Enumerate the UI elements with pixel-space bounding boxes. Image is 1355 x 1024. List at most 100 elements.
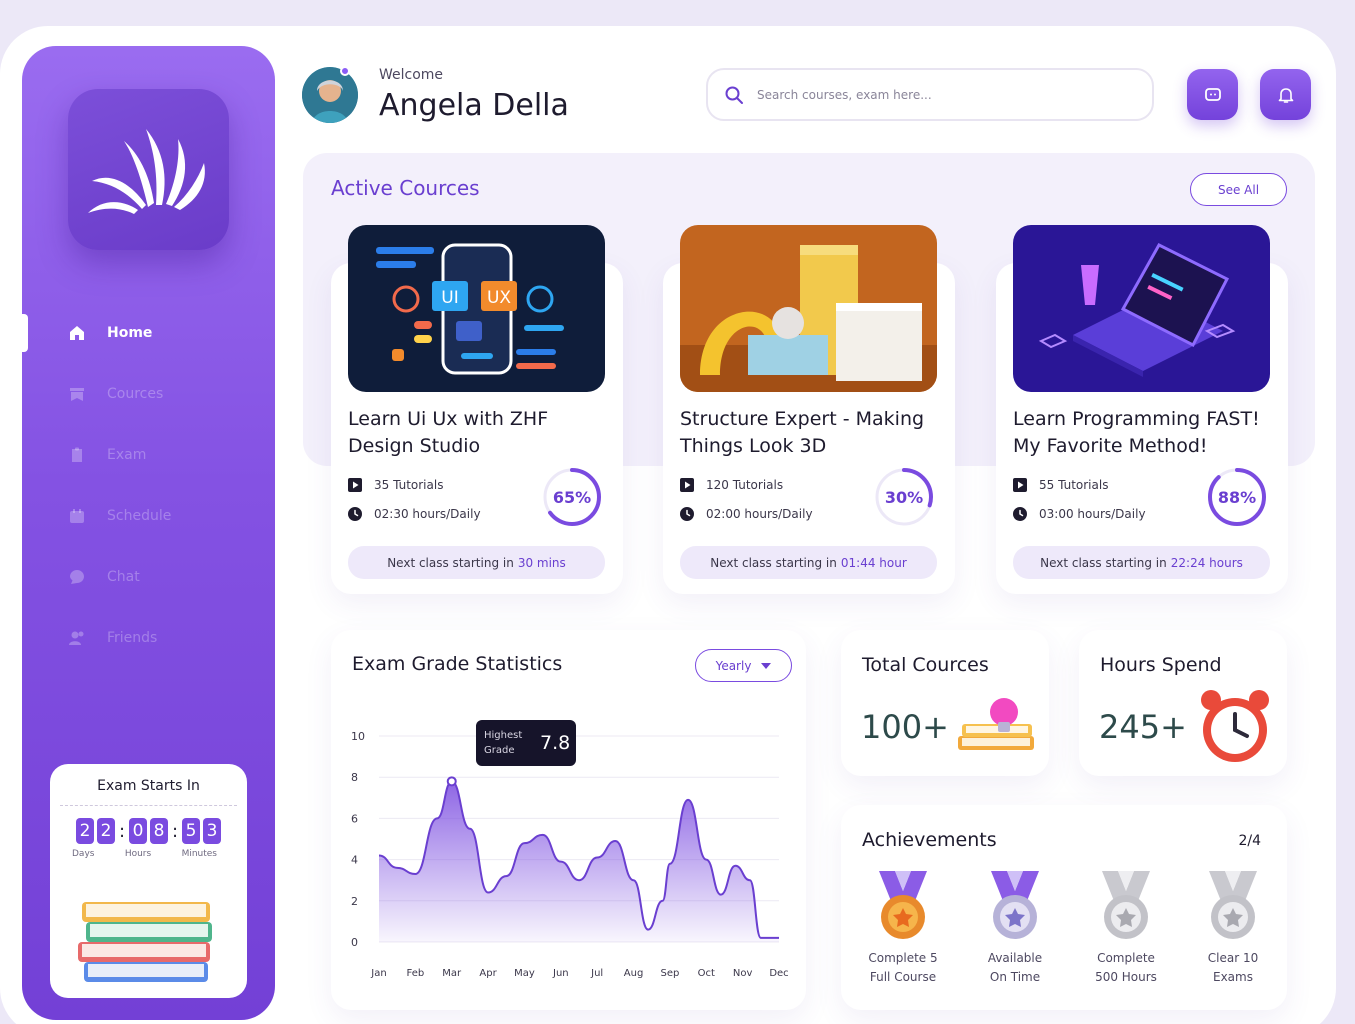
chart-x-tick-label: Jan: [370, 968, 386, 979]
course-card[interactable]: UI UX Learn Ui Ux with ZHF Design Studio…: [331, 225, 623, 594]
sidebar-item-chat[interactable]: Chat: [22, 546, 275, 607]
clock-icon: [348, 507, 362, 521]
achievement-label: Complete 5 Full Course: [858, 949, 948, 987]
hours-daily: 02:00 hours/Daily: [706, 507, 813, 521]
course-hours: 02:00 hours/Daily: [680, 507, 813, 521]
achievement-item[interactable]: Complete 500 Hours: [1081, 871, 1171, 987]
achievement-item[interactable]: Available On Time: [970, 871, 1060, 987]
progress-label: 88%: [1217, 487, 1257, 507]
countdown-digit: 3: [203, 818, 221, 844]
next-class-prefix: Next class starting in: [710, 555, 837, 570]
achievements-title: Achievements: [862, 829, 997, 851]
friends-icon: [68, 629, 86, 647]
next-class-banner: Next class starting in 22:24 hours: [1013, 546, 1270, 579]
caret-down-icon: [761, 662, 772, 669]
alarm-clock-icon: [1201, 690, 1269, 762]
course-card[interactable]: Learn Programming FAST! My Favorite Meth…: [996, 225, 1288, 594]
see-all-button[interactable]: See All: [1190, 173, 1287, 206]
play-icon: [1013, 478, 1027, 492]
messages-button[interactable]: [1187, 69, 1238, 120]
chart-x-tick-label: Dec: [769, 968, 788, 979]
svg-text:UX: UX: [487, 288, 511, 308]
countdown-digit: 2: [97, 818, 115, 844]
achievement-line2: Exams: [1213, 970, 1253, 984]
tutorials-count: 35 Tutorials: [374, 478, 444, 492]
countdown-digit: 5: [182, 818, 200, 844]
hours-daily: 02:30 hours/Daily: [374, 507, 481, 521]
next-class-banner: Next class starting in 01:44 hour: [680, 546, 937, 579]
hours-daily: 03:00 hours/Daily: [1039, 507, 1146, 521]
app-logo[interactable]: [68, 89, 229, 250]
books-illustration: [78, 902, 212, 982]
countdown-separator: :: [171, 820, 179, 842]
search-bar[interactable]: Search courses, exam here...: [706, 68, 1154, 121]
course-thumbnail: UI UX: [348, 225, 605, 392]
countdown-label-days: Days: [72, 849, 95, 859]
clock-icon: [680, 507, 694, 521]
sidebar-item-exam[interactable]: Exam: [22, 424, 275, 485]
chart-y-tick-label: 4: [351, 854, 358, 867]
chart-x-tick-label: Oct: [698, 968, 715, 979]
search-input[interactable]: Search courses, exam here...: [757, 88, 932, 102]
achievement-label: Available On Time: [970, 949, 1060, 987]
chart-x-tick-label: Sep: [660, 968, 679, 979]
sidebar-item-friends[interactable]: Friends: [22, 607, 275, 668]
achievement-line1: Clear 10: [1207, 951, 1259, 965]
silver-purple-medal-icon: [991, 871, 1039, 939]
achievement-line2: 500 Hours: [1095, 970, 1157, 984]
chart-x-tick-label: Feb: [407, 968, 425, 979]
achievements-count: 2/4: [1238, 833, 1261, 849]
clock-icon: [1013, 507, 1027, 521]
next-class-prefix: Next class starting in: [387, 555, 514, 570]
divider: [60, 805, 237, 806]
chart-x-tick-label: Apr: [479, 968, 497, 979]
course-card[interactable]: Structure Expert - Making Things Look 3D…: [663, 225, 955, 594]
course-title: Learn Programming FAST! My Favorite Meth…: [1013, 408, 1260, 457]
achievement-line2: Full Course: [869, 970, 937, 984]
achievement-label: Clear 10 Exams: [1188, 949, 1278, 987]
chart-x-tick-label: Jun: [552, 968, 569, 979]
countdown-label-minutes: Minutes: [181, 849, 217, 859]
achievement-item[interactable]: Clear 10 Exams: [1188, 871, 1278, 987]
period-dropdown[interactable]: Yearly: [695, 649, 792, 682]
chat-icon: [68, 568, 86, 586]
exam-stats-card: 0 2 4 6 8 10 Jan Feb Mar Apr May Jun Jul Aug Sep Oct No…: [331, 630, 806, 1010]
achievement-label: Complete 500 Hours: [1081, 949, 1171, 987]
course-title: Learn Ui Ux with ZHF Design Studio: [348, 408, 549, 457]
sidebar-item-courses[interactable]: Cources: [22, 363, 275, 424]
chart-y-tick-label: 0: [351, 936, 358, 949]
chart-peak-point[interactable]: [446, 776, 457, 787]
locked-medal-icon: [1102, 871, 1150, 939]
courses-icon: [68, 385, 86, 403]
exam-countdown-card: Exam Starts In 2 2 : 0 8 : 5 3 Days Hour…: [50, 764, 247, 998]
avatar[interactable]: [302, 67, 358, 123]
chart-x-tick-label: Jul: [590, 968, 603, 979]
countdown-separator: :: [118, 820, 126, 842]
gold-medal-icon: [879, 871, 927, 939]
avatar-photo: [302, 67, 358, 123]
course-tutorials: 55 Tutorials: [1013, 478, 1108, 492]
achievement-line1: Complete 5: [868, 951, 938, 965]
next-class-time: 22:24 hours: [1170, 555, 1243, 570]
exam-stats-title: Exam Grade Statistics: [352, 653, 563, 675]
hours-spend-card: Hours Spend 245+: [1079, 630, 1287, 776]
exam-countdown-title: Exam Starts In: [97, 778, 200, 794]
course-tutorials: 35 Tutorials: [348, 478, 443, 492]
bell-icon: [1278, 87, 1293, 103]
leaf-logo-icon: [88, 129, 205, 214]
achievement-line1: Available: [987, 951, 1043, 965]
progress-label: 65%: [552, 487, 592, 507]
svg-text:UI: UI: [441, 288, 458, 308]
achievement-line2: On Time: [989, 970, 1041, 984]
sidebar-item-home[interactable]: Home: [22, 302, 275, 363]
chart-tooltip: Highest Grade 7.8: [476, 720, 576, 766]
sidebar-item-schedule[interactable]: Schedule: [22, 485, 275, 546]
achievement-item[interactable]: Complete 5 Full Course: [858, 871, 948, 987]
next-class-prefix: Next class starting in: [1040, 555, 1167, 570]
chart-x-tick-label: Mar: [442, 968, 462, 979]
notifications-button[interactable]: [1260, 69, 1311, 120]
next-class-banner: Next class starting in 30 mins: [348, 546, 605, 579]
chart-y-tick-label: 8: [351, 771, 358, 784]
total-courses-card: Total Cources 100+: [841, 630, 1049, 776]
countdown-digit: 2: [76, 818, 94, 844]
